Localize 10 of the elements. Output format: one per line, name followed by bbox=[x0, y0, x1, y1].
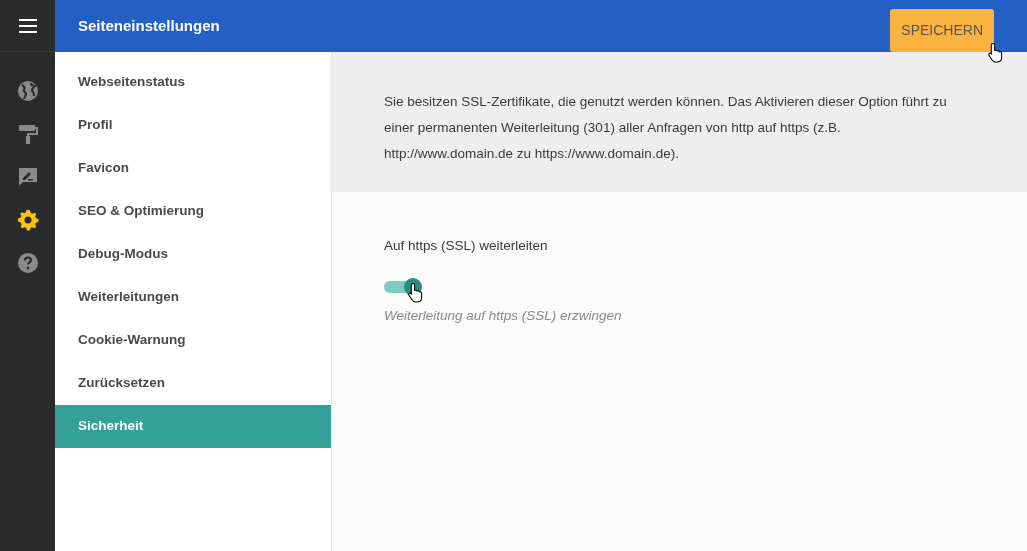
settings-icon[interactable] bbox=[15, 208, 40, 232]
page-title: Seiteneinstellungen bbox=[78, 15, 220, 36]
help-icon[interactable] bbox=[15, 251, 40, 275]
setting-label: Auf https (SSL) weiterleiten bbox=[384, 237, 549, 255]
menu-icon[interactable] bbox=[18, 18, 37, 33]
info-text: Sie besitzen SSL-Zertifikate, die genutzt werden können. Das Aktivieren dieser Option führt zu einer permanenten Weiterleitung (301) aller Anfragen von http auf https (z.B. http://www.domain.de zu https://www.domain.de). bbox=[384, 93, 947, 163]
globe-icon[interactable] bbox=[15, 79, 40, 103]
hand-cursor-icon bbox=[986, 41, 1004, 64]
hand-cursor-icon bbox=[406, 282, 424, 305]
hint-text: Weiterleitung auf https (SSL) erzwingen bbox=[384, 307, 623, 326]
